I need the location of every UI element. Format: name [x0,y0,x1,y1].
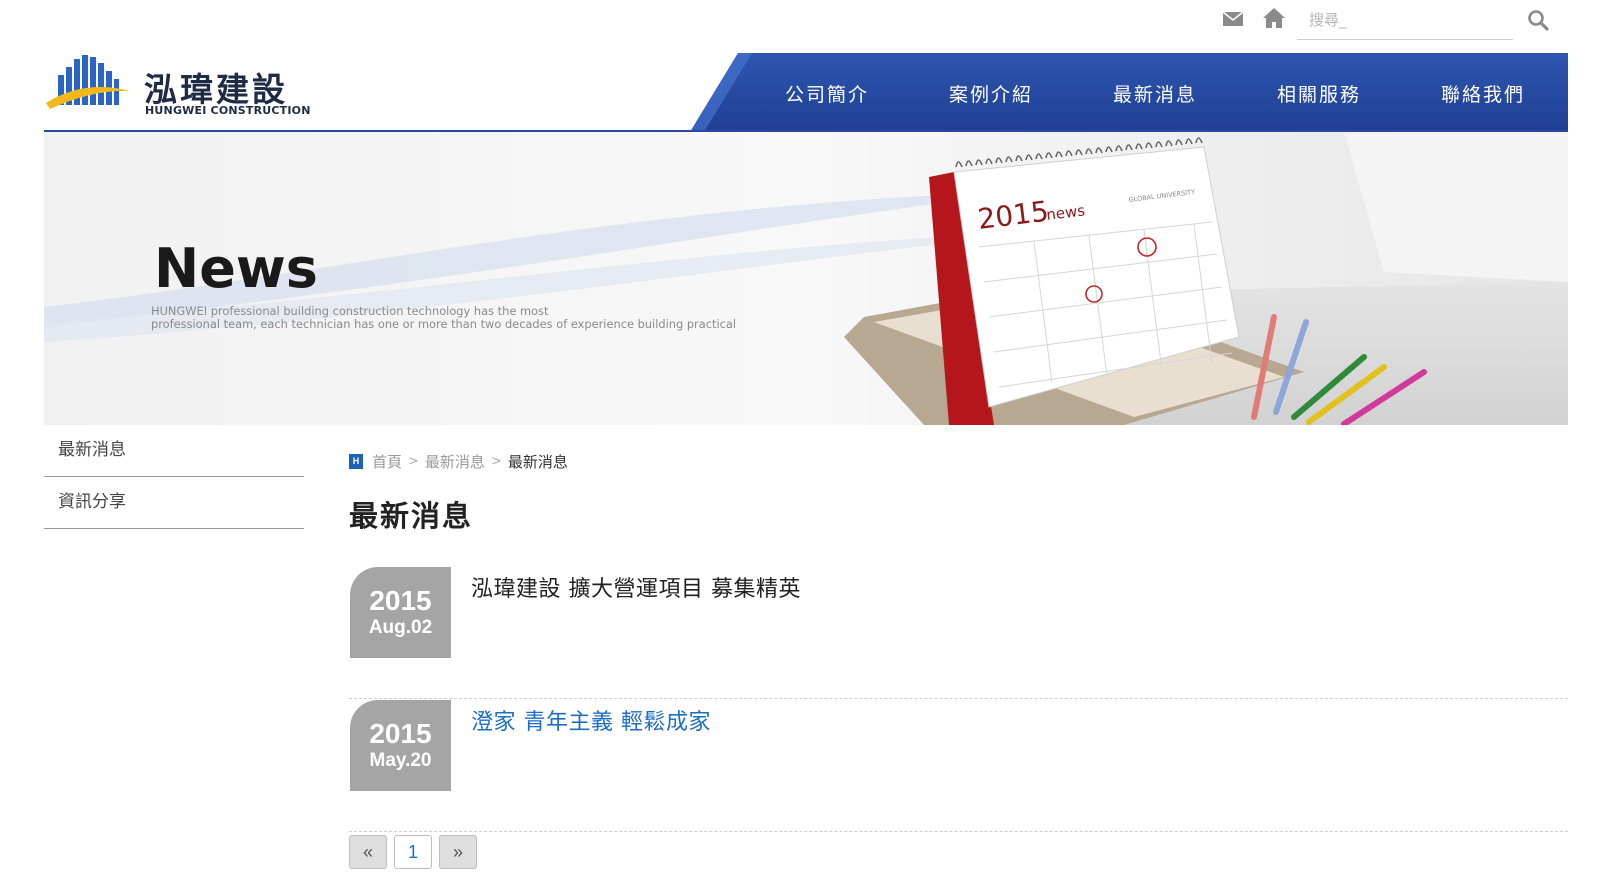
banner-text-line1: HUNGWEI professional building constructi… [151,304,549,318]
page-title: 最新消息 [349,499,474,533]
nav-item-cases[interactable]: 案例介紹 [909,53,1073,132]
nav-item-news[interactable]: 最新消息 [1073,53,1237,132]
banner-text-line2: professional team, each technician has o… [151,317,736,331]
nav-item-about[interactable]: 公司簡介 [745,53,909,132]
news-banner: News HUNGWEI professional building const… [44,132,1568,425]
search-box [1297,3,1513,40]
date-month-day: Aug.02 [368,617,433,638]
mail-icon[interactable] [1222,11,1244,27]
logo-building-icon [46,55,130,109]
nav-item-contact[interactable]: 聯絡我們 [1401,53,1565,132]
nav-item-services[interactable]: 相關服務 [1237,53,1401,132]
breadcrumb-home[interactable]: 首頁 [372,451,402,472]
home-icon[interactable] [1262,7,1286,29]
sidebar-item-info-share[interactable]: 資訊分享 [44,477,304,529]
date-year: 2015 [369,585,432,616]
news-title-link[interactable]: 澄家 青年主義 輕鬆成家 [471,704,711,736]
search-input[interactable] [1297,3,1509,37]
date-month-day: May.20 [369,750,432,771]
main-nav: 公司簡介 案例介紹 最新消息 相關服務 聯絡我們 [745,53,1565,132]
date-badge: 2015 Aug.02 [350,567,451,658]
breadcrumb-separator: > [408,453,419,469]
top-utility-bar [0,0,1617,46]
news-item: 2015 May.20 澄家 青年主義 輕鬆成家 [349,699,1568,832]
breadcrumb-separator: > [490,453,502,469]
pagination: « 1 » [349,835,484,869]
pagination-next-button[interactable]: » [439,835,477,869]
date-year: 2015 [369,718,432,749]
banner-title: News [154,237,318,300]
site-logo[interactable]: 泓瑋建設 HUNGWEI CONSTRUCTION [44,53,310,119]
logo-english-name: HUNGWEI CONSTRUCTION [145,104,311,117]
sidebar-item-latest-news[interactable]: 最新消息 [44,425,304,477]
sidebar: 最新消息 資訊分享 [44,425,304,529]
breadcrumb-current: 最新消息 [507,452,568,471]
pagination-prev-button[interactable]: « [349,835,387,869]
news-item: 2015 Aug.02 泓瑋建設 擴大營運項目 募集精英 [349,566,1568,699]
news-list: 2015 Aug.02 泓瑋建設 擴大營運項目 募集精英 2015 May.20… [349,566,1568,832]
breadcrumb-parent[interactable]: 最新消息 [425,451,485,472]
breadcrumb-home-icon: H [349,453,363,469]
pagination-page-1[interactable]: 1 [394,835,432,869]
news-title-link[interactable]: 泓瑋建設 擴大營運項目 募集精英 [471,571,801,603]
search-icon[interactable] [1527,9,1549,31]
date-badge: 2015 May.20 [350,700,451,791]
breadcrumb: H 首頁 > 最新消息 > 最新消息 [349,451,568,472]
